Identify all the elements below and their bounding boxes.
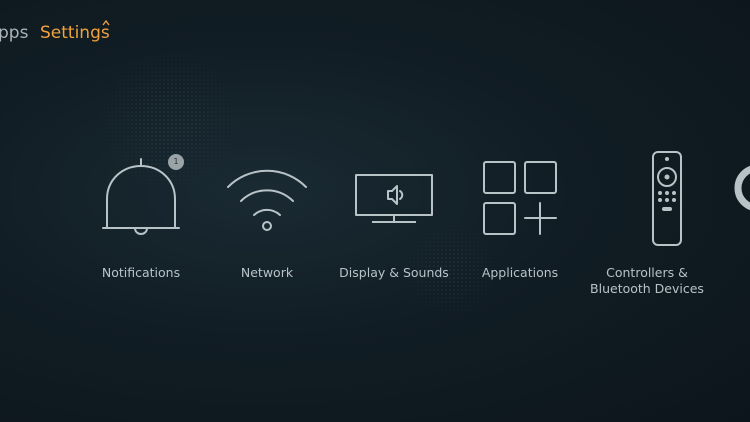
tile-applications[interactable]: Applications — [450, 145, 590, 315]
wifi-icon — [217, 145, 317, 255]
tile-label: Network — [240, 265, 294, 280]
nav-tab-settings[interactable]: Settings — [40, 22, 110, 44]
tv-speaker-icon — [344, 145, 444, 255]
tile-display-sounds[interactable]: Display & Sounds — [324, 145, 464, 315]
tile-label: Applications — [481, 265, 559, 280]
apps-grid-icon — [470, 145, 570, 255]
tile-network[interactable]: Network — [197, 145, 337, 315]
tile-label: Controllers & Bluetooth Devices — [590, 265, 704, 296]
caret-up-icon — [102, 19, 110, 26]
tile-label: Display & Sounds — [339, 265, 449, 280]
tile-controllers-bluetooth[interactable]: Controllers & Bluetooth Devices — [577, 145, 717, 315]
tile-notifications[interactable]: 1 Notifications — [71, 145, 211, 315]
tile-label: Notifications — [101, 265, 181, 280]
remote-control-icon — [597, 145, 697, 255]
nav-tab-apps[interactable]: pps — [0, 22, 28, 44]
next-tile-partial-icon[interactable] — [733, 163, 750, 213]
notification-count-badge: 1 — [168, 154, 184, 170]
top-navigation: pps Settings — [0, 19, 750, 44]
